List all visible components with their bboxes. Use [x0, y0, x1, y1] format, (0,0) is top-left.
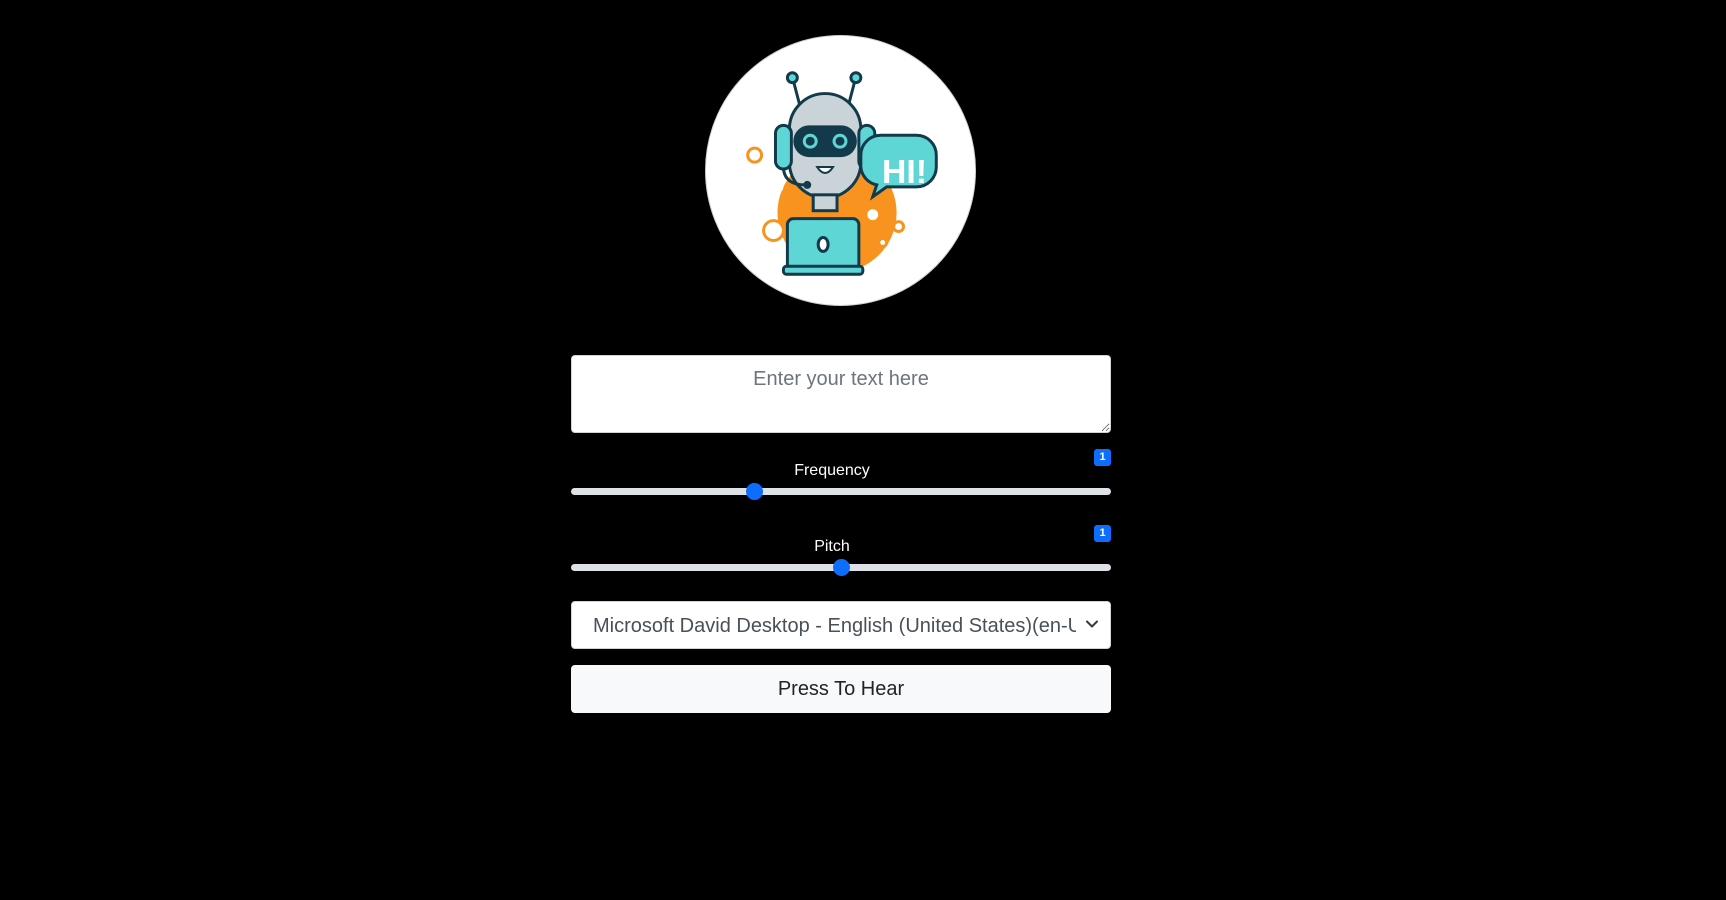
- robot-support-icon: HI!: [746, 71, 938, 276]
- frequency-control: Frequency 1: [571, 449, 1111, 525]
- chevron-down-icon: [1086, 620, 1098, 628]
- tts-form: Frequency 1 Pitch 1 Microsoft David Desk…: [571, 355, 1111, 713]
- robot-logo: HI!: [705, 35, 976, 306]
- pitch-control: Pitch 1: [571, 525, 1111, 601]
- voice-select-value: Microsoft David Desktop - English (Unite…: [593, 615, 1076, 637]
- speech-bubble-text: HI!: [882, 153, 927, 191]
- text-input[interactable]: [571, 355, 1111, 433]
- pitch-label: Pitch: [814, 538, 850, 555]
- pitch-value-badge: 1: [1094, 525, 1111, 542]
- frequency-slider-track[interactable]: [571, 488, 1111, 495]
- frequency-label: Frequency: [794, 462, 870, 479]
- page: HI! Frequency 1 Pitch 1 Microsoft David …: [0, 0, 1726, 900]
- frequency-slider-thumb[interactable]: [745, 483, 763, 500]
- frequency-value-badge: 1: [1094, 449, 1111, 466]
- press-to-hear-button[interactable]: Press To Hear: [571, 665, 1111, 713]
- pitch-slider-thumb[interactable]: [833, 559, 850, 576]
- voice-select[interactable]: Microsoft David Desktop - English (Unite…: [571, 601, 1111, 649]
